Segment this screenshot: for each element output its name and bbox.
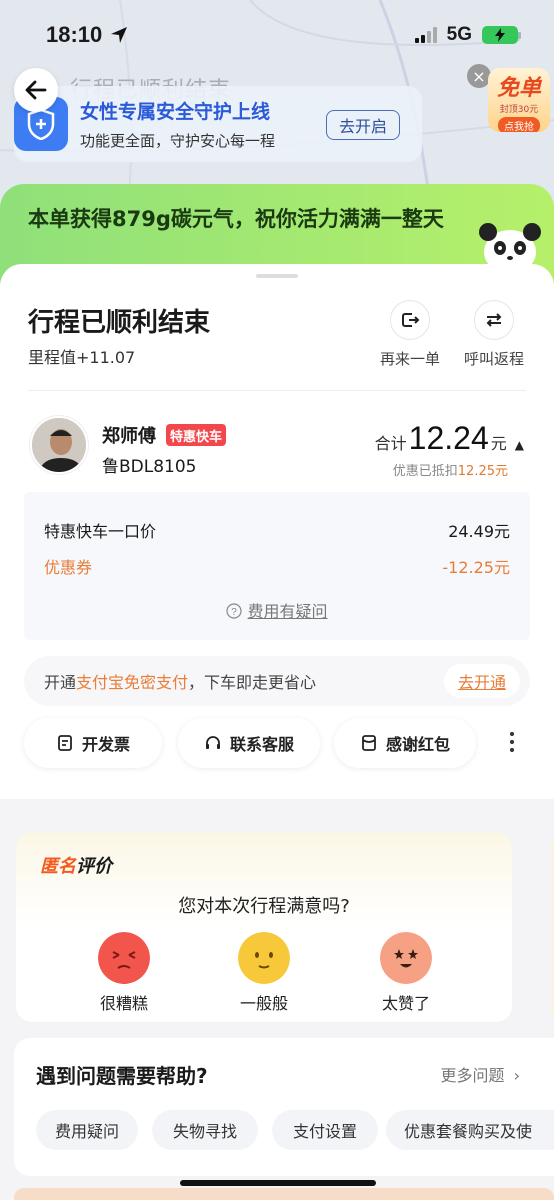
reorder-button[interactable]: 再来一单 xyxy=(370,300,450,369)
license-plate: 鲁BDL8105 xyxy=(102,457,197,477)
fare-row-base: 特惠快车一口价 24.49元 xyxy=(44,522,510,541)
face-neutral-icon[interactable] xyxy=(238,932,290,984)
review-option-bad[interactable]: 很糟糕 xyxy=(74,990,174,1014)
review-title: 匿名评价 xyxy=(40,856,112,877)
total-unit: 元 xyxy=(490,434,507,453)
driver-name: 郑师傅 xyxy=(102,426,156,447)
fare-total[interactable]: 合计 12.24 元 ▲ xyxy=(375,420,524,457)
trip-summary-card: 行程已顺利结束 里程值+11.07 再来一单 呼叫返程 郑师傅 特惠快车 鲁BD… xyxy=(0,264,554,799)
arrow-left-icon xyxy=(25,80,47,100)
reorder-label: 再来一单 xyxy=(379,350,440,368)
help-chip-lost-item[interactable]: 失物寻找 xyxy=(152,1110,258,1150)
carbon-text: 本单获得879g碳元气，祝你活力满满一整天 xyxy=(28,207,444,231)
invoice-button[interactable]: 开发票 xyxy=(24,718,162,768)
headset-icon xyxy=(205,736,220,749)
total-value: 12.24 xyxy=(408,420,489,456)
fare-row-coupon: 优惠券 -12.25元 xyxy=(44,558,510,577)
driver-avatar[interactable] xyxy=(30,416,88,474)
discount-amount: 12.25元 xyxy=(457,464,508,479)
face-bad-icon[interactable] xyxy=(98,932,150,984)
battery-icon xyxy=(482,26,521,44)
red-envelope-icon xyxy=(362,735,376,751)
bottom-card-peek xyxy=(14,1188,554,1200)
signal-icon xyxy=(414,27,437,43)
promo-badge[interactable]: 免单 封顶30元 点我抢 xyxy=(488,68,550,132)
safety-banner-title: 女性专属安全守护上线 xyxy=(80,101,271,123)
safety-banner[interactable]: 女性专属安全守护上线 功能更全面，守护安心每一程 去开启 xyxy=(14,86,422,162)
network-label: 5G xyxy=(446,24,472,45)
status-time: 18:10 xyxy=(46,22,128,48)
back-button[interactable] xyxy=(14,68,58,112)
enable-payment-button[interactable]: 去开通 xyxy=(443,664,520,698)
contact-service-button[interactable]: 联系客服 xyxy=(178,718,320,768)
divider xyxy=(28,390,526,391)
return-trip-label: 呼叫返程 xyxy=(463,350,524,368)
return-trip-button[interactable]: 呼叫返程 xyxy=(454,300,534,369)
more-options-icon[interactable] xyxy=(510,732,514,752)
fare-breakdown: 特惠快车一口价 24.49元 优惠券 -12.25元 ? 费用有疑问 xyxy=(24,492,530,640)
drag-handle[interactable] xyxy=(256,274,298,278)
payment-highlight: 支付宝免密支付 xyxy=(76,673,189,692)
help-chip-fee[interactable]: 费用疑问 xyxy=(36,1110,138,1150)
return-trip-icon xyxy=(474,300,514,340)
promo-grab-button[interactable]: 点我抢 xyxy=(498,117,540,132)
total-label: 合计 xyxy=(374,434,407,453)
more-questions-link[interactable]: 更多问题 › xyxy=(440,1062,520,1086)
help-chip-package[interactable]: 优惠套餐购买及使 xyxy=(386,1110,554,1150)
status-bar: 18:10 5G xyxy=(0,0,554,70)
service-type-badge: 特惠快车 xyxy=(166,424,227,446)
safety-banner-subtitle: 功能更全面，守护安心每一程 xyxy=(80,132,276,150)
status-indicators: 5G xyxy=(414,24,521,46)
face-great-icon[interactable] xyxy=(380,932,432,984)
thank-red-envelope-button[interactable]: 感谢红包 xyxy=(334,718,476,768)
trip-title: 行程已顺利结束 xyxy=(28,308,211,338)
promo-subtitle: 封顶30元 xyxy=(499,105,539,115)
review-question: 您对本次行程满意吗? xyxy=(178,896,350,917)
help-card: 遇到问题需要帮助? 更多问题 › 费用疑问 失物寻找 支付设置 优惠套餐购买及使 xyxy=(14,1038,554,1176)
home-indicator[interactable] xyxy=(180,1180,376,1186)
collapse-arrow-icon[interactable]: ▲ xyxy=(515,438,524,452)
discount-note: 优惠已抵扣12.25元 xyxy=(392,464,508,479)
redo-icon xyxy=(390,300,430,340)
location-arrow-icon xyxy=(111,27,128,43)
payment-promo-row[interactable]: 开通 支付宝免密支付 ，下车即走更省心 去开通 xyxy=(24,656,530,706)
chevron-right-icon: › xyxy=(513,1066,520,1085)
review-option-neutral[interactable]: 一般般 xyxy=(214,990,314,1014)
fare-question-link[interactable]: ? 费用有疑问 xyxy=(24,598,530,622)
svg-text:?: ? xyxy=(232,607,238,618)
review-option-great[interactable]: 太赞了 xyxy=(356,990,456,1014)
review-card: 匿名评价 您对本次行程满意吗? 很糟糕 一般般 太赞了 xyxy=(16,832,512,1022)
enable-safety-button[interactable]: 去开启 xyxy=(325,110,400,140)
invoice-icon xyxy=(58,735,72,751)
help-title: 遇到问题需要帮助? xyxy=(36,1064,208,1088)
mileage-value: 里程值+11.07 xyxy=(28,348,136,367)
help-chip-payment[interactable]: 支付设置 xyxy=(272,1110,378,1150)
promo-title: 免单 xyxy=(496,76,541,101)
question-icon: ? xyxy=(226,603,243,619)
